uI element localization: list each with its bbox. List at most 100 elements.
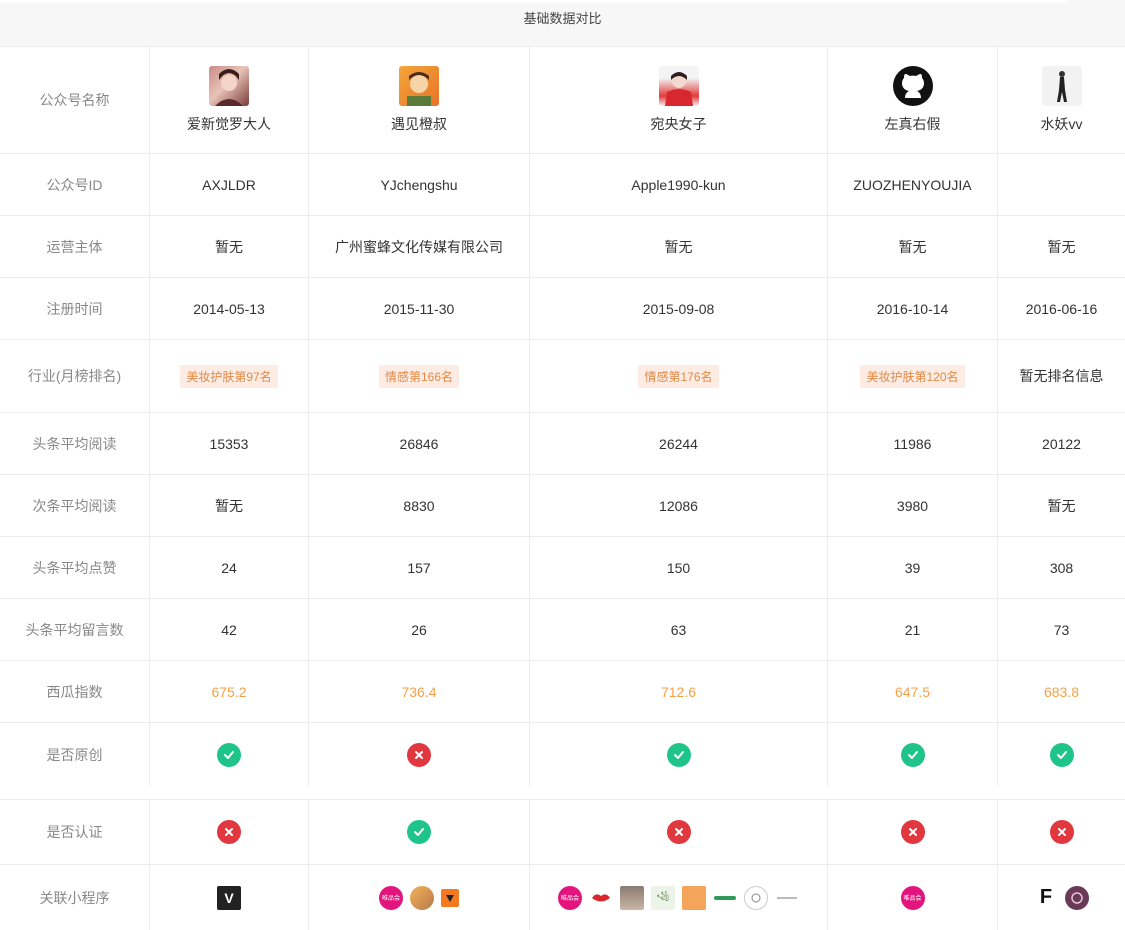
account-name[interactable]: 爱新觉罗大人 — [187, 114, 271, 134]
row-headline-avg-like: 头条平均点赞 24 157 150 39 308 — [0, 537, 1125, 599]
account-name[interactable]: 水妖vv — [1041, 114, 1083, 134]
industry-cell: 情感第176名 — [529, 340, 827, 412]
industry-rank-badge[interactable]: 美妆护肤第120名 — [860, 364, 965, 388]
original-cell — [997, 723, 1125, 786]
headline-avg-like: 150 — [529, 537, 827, 598]
f-letter-app-icon[interactable]: F — [1034, 885, 1058, 910]
account-cell[interactable]: 宛央女子 — [529, 46, 827, 153]
check-circle-icon — [666, 742, 691, 767]
account-cell[interactable]: 遇见橙叔 — [308, 46, 529, 153]
second-avg-read: 暂无 — [997, 475, 1125, 536]
row-headline-avg-read: 头条平均阅读 15353 26846 26244 11986 20122 — [0, 413, 1125, 475]
check-circle-icon — [217, 742, 241, 767]
cross-circle-icon — [900, 820, 925, 844]
row-is-original: 是否原创 — [0, 723, 1125, 786]
watermelon-index: 675.2 — [149, 661, 308, 722]
mini-program-list: V — [149, 865, 308, 930]
registration-date: 2016-06-16 — [997, 278, 1125, 339]
cross-circle-icon — [407, 742, 431, 767]
check-circle-icon — [900, 742, 925, 767]
row-is-verified: 是否认证 — [0, 799, 1125, 865]
orange-avatar-app-icon[interactable] — [410, 885, 434, 910]
original-cell — [149, 723, 308, 786]
portrait-girl-avatar-icon[interactable] — [209, 65, 249, 106]
row-account-id: 公众号ID AXJLDR YJchengshu Apple1990-kun ZU… — [0, 154, 1125, 216]
green-logo-app-icon[interactable] — [713, 885, 737, 910]
account-id: ZUOZHENYOUJIA — [827, 154, 997, 215]
industry-rank-badge[interactable]: 美妆护肤第97名 — [180, 364, 278, 388]
operating-entity: 广州蜜蜂文化传媒有限公司 — [308, 216, 529, 277]
vip-pink-app-icon[interactable]: 唯品会 — [379, 885, 403, 910]
mini-program-list: 唯品会 — [827, 865, 997, 930]
headline-avg-read: 11986 — [827, 413, 997, 474]
registration-date: 2015-11-30 — [308, 278, 529, 339]
row-registration-date: 注册时间 2014-05-13 2015-11-30 2015-09-08 20… — [0, 278, 1125, 340]
account-name[interactable]: 遇见橙叔 — [391, 114, 447, 134]
green-text-app-icon[interactable]: ꧁ — [651, 885, 675, 910]
red-lips-app-icon[interactable] — [589, 885, 613, 910]
industry-rank-badge[interactable]: 情感第176名 — [638, 364, 719, 388]
verified-cell — [149, 800, 308, 864]
watermelon-index: 683.8 — [997, 661, 1125, 722]
industry-rank-text: 暂无排名信息 — [997, 340, 1125, 412]
row-industry-rank: 行业(月榜排名) 美妆护肤第97名 情感第166名 情感第176名 美妆护肤第1… — [0, 340, 1125, 413]
headline-avg-comment: 26 — [308, 599, 529, 660]
cartoon-man-avatar-icon[interactable] — [399, 65, 439, 106]
industry-rank-badge[interactable]: 情感第166名 — [378, 364, 460, 388]
account-id: Apple1990-kun — [529, 154, 827, 215]
account-cell[interactable]: 水妖vv — [997, 46, 1125, 153]
mini-program-list: 唯品会 ꧁ — [529, 865, 827, 930]
row-label: 头条平均点赞 — [32, 559, 117, 576]
row-label: 头条平均阅读 — [32, 435, 117, 452]
headline-avg-like: 39 — [827, 537, 997, 598]
verified-cell — [308, 800, 529, 864]
red-scarf-woman-avatar-icon[interactable] — [658, 65, 699, 106]
mini-program-list: F — [997, 865, 1125, 930]
account-id — [997, 154, 1125, 215]
row-label: 是否认证 — [46, 824, 103, 840]
row-label: 头条平均留言数 — [25, 621, 124, 638]
account-id: AXJLDR — [149, 154, 308, 215]
second-avg-read: 暂无 — [149, 475, 308, 536]
account-name[interactable]: 宛央女子 — [651, 114, 707, 134]
registration-date: 2016-10-14 — [827, 278, 997, 339]
operating-entity: 暂无 — [997, 216, 1125, 277]
account-id: YJchengshu — [308, 154, 529, 215]
headline-avg-like: 308 — [997, 537, 1125, 598]
row-second-avg-read: 次条平均阅读 暂无 8830 12086 3980 暂无 — [0, 475, 1125, 537]
github-octocat-avatar-icon[interactable] — [892, 65, 933, 106]
v-letter-app-icon[interactable]: V — [217, 885, 241, 910]
purple-emblem-app-icon[interactable] — [1065, 885, 1089, 910]
grey-text-app-icon[interactable] — [775, 885, 799, 910]
row-label: 公众号ID — [46, 176, 103, 193]
orange-shield-app-icon[interactable] — [441, 888, 459, 907]
industry-cell: 美妆护肤第97名 — [149, 340, 308, 412]
headline-avg-read: 26244 — [529, 413, 827, 474]
headline-avg-read: 26846 — [308, 413, 529, 474]
page-title: 基础数据对比 — [523, 11, 602, 26]
standing-figure-avatar-icon[interactable] — [1041, 65, 1082, 106]
industry-cell: 情感第166名 — [308, 340, 529, 412]
verified-cell — [529, 800, 827, 864]
industry-cell: 美妆护肤第120名 — [827, 340, 997, 412]
vip-pink-app-icon[interactable]: 唯品会 — [900, 885, 925, 910]
seal-app-icon[interactable] — [744, 885, 768, 910]
row-mini-programs: 关联小程序 V 唯品会 唯品会 ꧁ 唯品会 F — [0, 865, 1125, 930]
account-name[interactable]: 左真右假 — [885, 114, 941, 134]
account-cell[interactable]: 左真右假 — [827, 46, 997, 153]
headline-avg-comment: 63 — [529, 599, 827, 660]
headline-avg-like: 157 — [308, 537, 529, 598]
original-cell — [308, 723, 529, 786]
vip-pink-app-icon[interactable]: 唯品会 — [558, 885, 582, 910]
watermelon-index: 736.4 — [308, 661, 529, 722]
second-avg-read: 3980 — [827, 475, 997, 536]
orange-square-app-icon[interactable] — [682, 885, 706, 910]
second-avg-read: 12086 — [529, 475, 827, 536]
registration-date: 2014-05-13 — [149, 278, 308, 339]
woman-photo-app-icon[interactable] — [620, 885, 644, 910]
row-label: 行业(月榜排名) — [27, 368, 122, 384]
account-cell[interactable]: 爱新觉罗大人 — [149, 46, 308, 153]
row-label: 关联小程序 — [39, 889, 110, 906]
cross-circle-icon — [217, 820, 241, 844]
operating-entity: 暂无 — [529, 216, 827, 277]
